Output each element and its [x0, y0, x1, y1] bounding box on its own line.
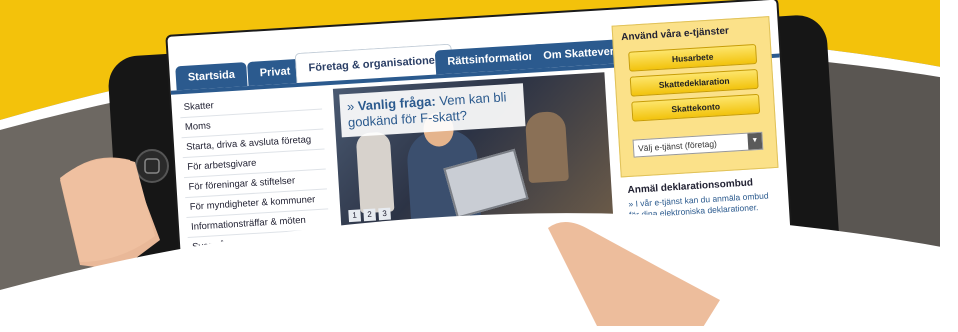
skattedeklaration-button[interactable]: Skattedeklaration [629, 68, 759, 97]
hero-carousel[interactable]: » Vanlig fråga: Vem kan bli godkänd för … [332, 72, 614, 231]
tablet-screen: Startsida Privat Företag & organisatione… [167, 0, 793, 305]
sidebar-menu: Skatter Moms Starta, driva & avsluta för… [179, 89, 331, 258]
e-services-title: Använd våra e-tjänster [620, 25, 730, 44]
pager-page-3[interactable]: 3 [378, 207, 391, 221]
hero-background-person [355, 131, 395, 214]
news-link[interactable]: …st 5 november …föreskrifter [651, 244, 782, 272]
hero-background-person [524, 110, 569, 184]
chevron-down-icon: ▼ [747, 132, 763, 150]
e-service-select[interactable]: Välj e-tjänst (företag) ▼ [632, 131, 764, 158]
news-heading: …nerar om [630, 234, 676, 247]
pager-page-1[interactable]: 1 [348, 209, 362, 223]
skattekonto-button[interactable]: Skattekonto [631, 93, 761, 122]
husarbete-button[interactable]: Husarbete [628, 43, 758, 72]
e-services-panel: Använd våra e-tjänster Husarbete Skatted… [611, 16, 779, 178]
e-service-select-value: Välj e-tjänst (företag) [637, 138, 718, 154]
coins-icon [431, 253, 462, 269]
moms-heading: Mom [533, 251, 555, 263]
hero-question-box[interactable]: » Vanlig fråga: Vem kan bli godkänd för … [339, 83, 526, 137]
carousel-pager: 1 2 3 [348, 207, 391, 223]
photo-scene: Startsida Privat Företag & organisatione… [0, 0, 958, 332]
pager-page-2[interactable]: 2 [363, 208, 376, 222]
